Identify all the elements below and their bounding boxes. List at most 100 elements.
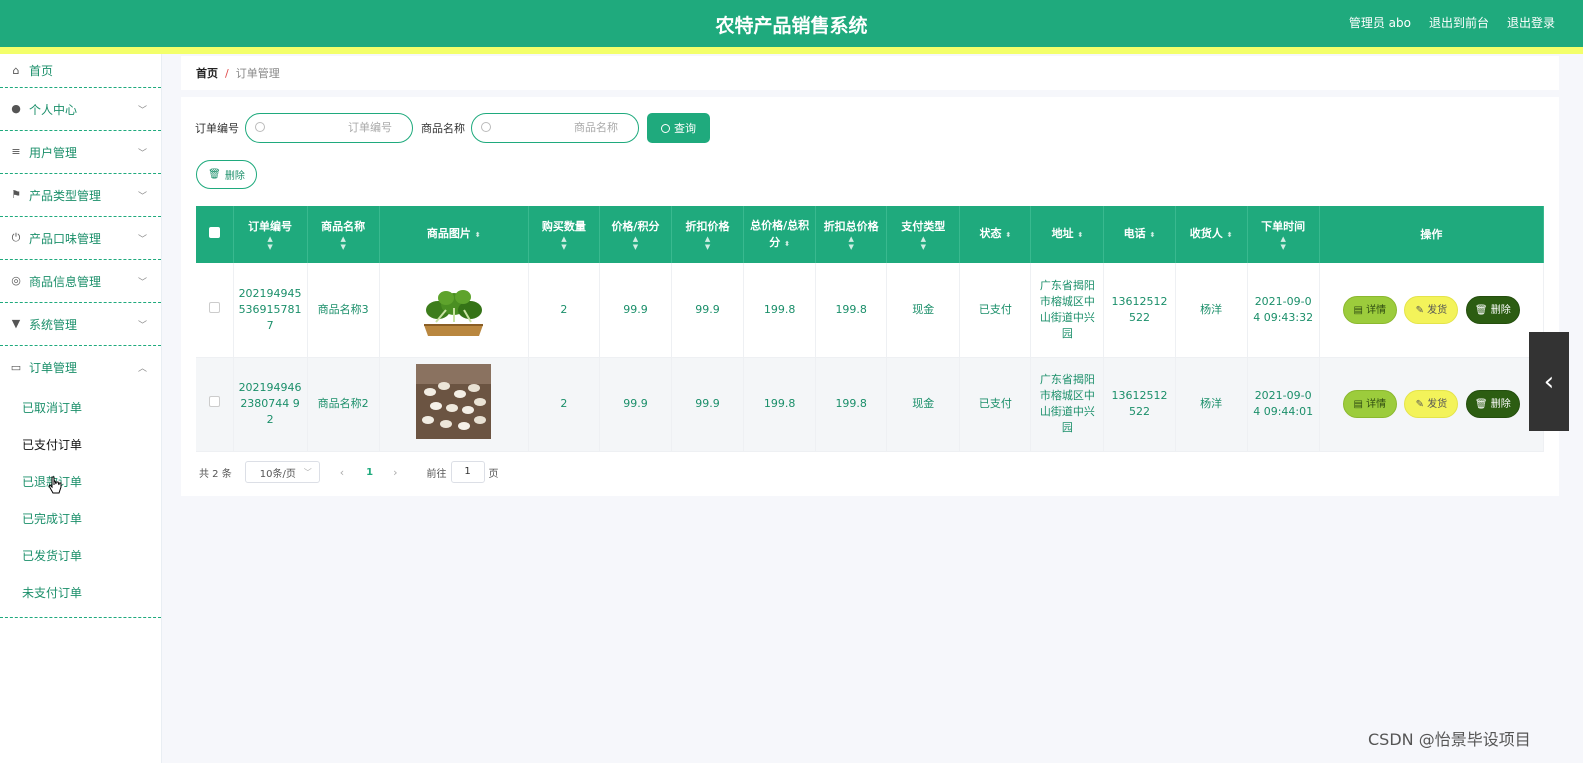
sidebar-item-home[interactable]: ⌂ 首页 (0, 54, 161, 88)
cell-phone: 13612512522 (1103, 263, 1176, 358)
orders-submenu: 已取消订单 已支付订单 已退款订单 已完成订单 已发货订单 未支付订单 (0, 389, 161, 618)
row-checkbox[interactable] (208, 396, 220, 407)
col-product-name[interactable]: 商品名称 ▲ ▼ (307, 206, 380, 263)
sidebar-subitem-refunded[interactable]: 已退款订单 (0, 463, 161, 500)
next-page-icon[interactable]: › (393, 466, 397, 479)
prev-page-icon[interactable]: ‹ (340, 466, 344, 479)
sidebar-item-label: 产品口味管理 (29, 231, 102, 246)
page-size-select[interactable]: 10条/页 ﹀ (244, 461, 320, 483)
search-icon (255, 122, 265, 132)
sidebar-subitem-unpaid[interactable]: 未支付订单 (0, 574, 161, 611)
col-address[interactable]: 地址 ⬍ (1030, 206, 1105, 263)
cell-product-name: 商品名称3 (307, 263, 380, 358)
header-links: 管理员 abo 退出到前台 退出登录 (1349, 14, 1555, 31)
order-no-label: 订单编号 (195, 122, 239, 135)
document-icon: ▤ (1353, 304, 1367, 316)
col-order-time[interactable]: 下单时间 ▲ ▼ (1247, 206, 1320, 263)
sidebar-item-profile[interactable]: ● 个人中心 ﹀ (0, 88, 161, 131)
product-name-input[interactable] (518, 121, 618, 134)
sidebar-item-goods[interactable]: ◎ 商品信息管理 ﹀ (0, 260, 161, 303)
cell-total-price: 199.8 (743, 263, 817, 358)
flag-icon: ⚑ (11, 188, 21, 201)
detail-button[interactable]: ▤ 详情 (1342, 390, 1397, 418)
batch-delete-button[interactable]: 🗑 删除 (196, 160, 257, 189)
product-name-search[interactable] (471, 113, 639, 143)
sort-icon: ▲ ▼ (704, 235, 711, 251)
search-row: 订单编号 商品名称 查询 (195, 113, 710, 143)
collapse-panel-handle[interactable]: ‹ (1529, 332, 1569, 431)
sidebar-item-label: 系统管理 (29, 317, 78, 332)
table-row: 2021949462380744 92 商品名称2 2 99.9 99.9 19… (196, 357, 1545, 452)
user-icon: ● (11, 102, 21, 115)
select-all-header[interactable] (196, 206, 234, 263)
sidebar-item-users[interactable]: ≡ 用户管理 ﹀ (0, 131, 161, 174)
delete-button[interactable]: 🗑 删除 (1465, 390, 1520, 418)
edit-icon: ✎ (1415, 304, 1428, 316)
compass-icon: ◎ (11, 274, 21, 287)
card-icon: ▭ (10, 360, 22, 374)
sidebar-item-product-types[interactable]: ⚑ 产品类型管理 ﹀ (0, 174, 161, 217)
sidebar-subitem-cancelled[interactable]: 已取消订单 (0, 389, 161, 426)
col-receiver[interactable]: 收货人 ⬍ (1175, 206, 1248, 263)
goto-page-input[interactable]: 1 (450, 461, 485, 483)
select-all-checkbox[interactable] (208, 227, 220, 238)
cell-quantity: 2 (528, 263, 600, 358)
cell-price: 99.9 (599, 263, 673, 358)
row-checkbox[interactable] (208, 301, 220, 313)
breadcrumb-home[interactable]: 首页 (196, 65, 218, 81)
sort-icon: ▲ ▼ (848, 235, 854, 251)
ship-button[interactable]: ✎ 发货 (1404, 295, 1459, 324)
col-price[interactable]: 价格/积分 ▲ ▼ (599, 206, 673, 263)
cell-discount-price: 99.9 (671, 357, 745, 452)
power-icon: ⏻ (11, 231, 21, 244)
logout-link[interactable]: 退出登录 (1507, 14, 1555, 31)
cell-status: 已支付 (959, 263, 1032, 358)
admin-user-label: 管理员 abo (1348, 16, 1411, 30)
sidebar-subitem-completed[interactable]: 已完成订单 (0, 500, 161, 537)
sidebar-item-flavors[interactable]: ⏻ 产品口味管理 ﹀ (0, 217, 161, 260)
to-front-link[interactable]: 退出到前台 (1429, 14, 1489, 31)
cell-phone: 13612512522 (1103, 357, 1176, 452)
sort-icon: ▲ ▼ (632, 235, 639, 251)
ship-button[interactable]: ✎ 发货 (1404, 390, 1459, 418)
search-icon (661, 123, 670, 133)
batch-delete-label: 删除 (224, 171, 245, 182)
cell-total-price: 199.8 (743, 357, 817, 452)
sidebar-item-orders[interactable]: ▭ 订单管理 ︿ (0, 346, 161, 389)
cell-receiver: 杨洋 (1175, 263, 1248, 358)
trash-icon: 🗑 (1474, 399, 1491, 410)
goto-label: 前往 (426, 468, 447, 480)
cell-status: 已支付 (959, 357, 1032, 452)
sidebar-subitem-paid[interactable]: 已支付订单 (0, 426, 161, 463)
col-quantity[interactable]: 购买数量 ▲ ▼ (528, 206, 600, 263)
chevron-down-icon: ﹀ (303, 468, 312, 477)
col-pay-type[interactable]: 支付类型 ▲ ▼ (886, 206, 961, 263)
cell-order-time: 2021-09-04 09:44:01 (1247, 357, 1320, 452)
order-no-input[interactable] (292, 121, 392, 134)
delete-button[interactable]: 🗑 删除 (1465, 295, 1520, 324)
home-icon: ⌂ (12, 63, 20, 77)
col-status[interactable]: 状态 ⬍ (959, 206, 1032, 263)
col-discount-total[interactable]: 折扣总价格 ▲ ▼ (815, 206, 888, 263)
query-button[interactable]: 查询 (647, 113, 710, 143)
col-discount-price[interactable]: 折扣价格 ▲ ▼ (671, 206, 745, 263)
chevron-up-icon: ︿ (137, 364, 147, 374)
col-order-no[interactable]: 订单编号 ▲ ▼ (233, 206, 308, 263)
cell-order-no: 2021949455369157817 (233, 263, 308, 358)
order-no-search[interactable] (245, 113, 413, 143)
sort-icon: ▲ ▼ (340, 235, 346, 251)
product-name-label: 商品名称 (421, 122, 465, 135)
col-product-image[interactable]: 商品图片 ⬍ (379, 206, 529, 263)
chevron-down-icon: ﹀ (137, 192, 147, 202)
pagination: 共 2 条 10条/页 ﹀ ‹ 1 › 前往 1 页 (199, 461, 499, 483)
sort-icon: ▲ ▼ (561, 235, 567, 251)
query-button-label: 查询 (674, 122, 696, 135)
sort-icon: ⬍ (1226, 231, 1233, 239)
col-phone[interactable]: 电话 ⬍ (1103, 206, 1176, 263)
sidebar-subitem-shipped[interactable]: 已发货订单 (0, 537, 161, 574)
col-total-price[interactable]: 总价格/总积分 ⬍ (743, 206, 817, 263)
detail-button[interactable]: ▤ 详情 (1342, 295, 1397, 324)
sidebar-item-system[interactable]: ▼ 系统管理 ﹀ (0, 303, 161, 346)
cell-pay-type: 现金 (886, 263, 961, 358)
page-number[interactable]: 1 (366, 467, 373, 478)
